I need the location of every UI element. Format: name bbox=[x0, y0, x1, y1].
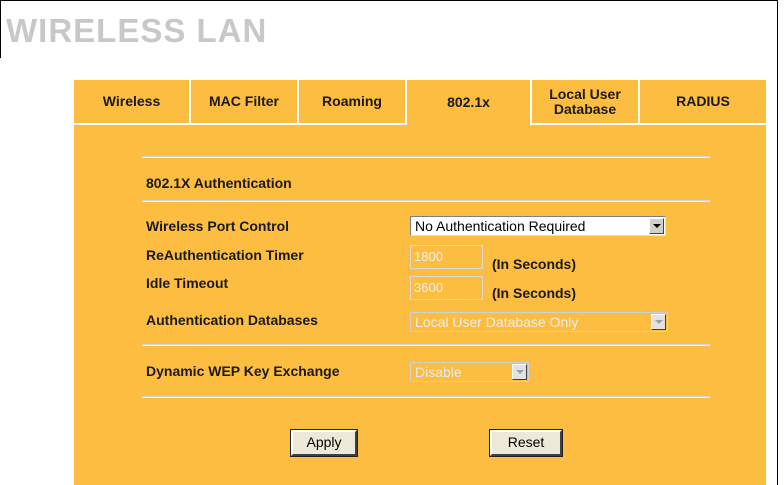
reauthentication-timer-unit: (In Seconds) bbox=[492, 256, 577, 272]
tab-local-user-database[interactable]: Local User Database bbox=[532, 80, 640, 125]
section-heading: 802.1X Authentication bbox=[146, 175, 292, 191]
page-title: WIRELESS LAN bbox=[6, 12, 268, 49]
divider-section bbox=[142, 200, 710, 202]
tab-wireless[interactable]: Wireless bbox=[74, 80, 191, 125]
tab-roaming[interactable]: Roaming bbox=[299, 80, 407, 125]
reauthentication-timer-input[interactable]: 1800 bbox=[410, 245, 483, 269]
divider-bottom bbox=[142, 396, 710, 398]
reset-button[interactable]: Reset bbox=[489, 429, 563, 457]
chevron-down-icon[interactable] bbox=[651, 314, 666, 330]
idle-timeout-label: Idle Timeout bbox=[146, 275, 229, 291]
wireless-port-control-value: No Authentication Required bbox=[415, 218, 586, 234]
frame-top-border bbox=[0, 0, 778, 1]
authentication-databases-label: Authentication Databases bbox=[146, 312, 318, 328]
divider-top bbox=[142, 156, 710, 158]
authentication-databases-value: Local User Database Only bbox=[415, 314, 579, 330]
tab-radius[interactable]: RADIUS bbox=[640, 80, 766, 125]
reauthentication-timer-label: ReAuthentication Timer bbox=[146, 247, 304, 263]
chevron-down-icon[interactable] bbox=[512, 364, 527, 380]
apply-button[interactable]: Apply bbox=[290, 429, 358, 457]
idle-timeout-unit: (In Seconds) bbox=[492, 285, 577, 301]
tab-bar: Wireless MAC Filter Roaming 802.1x Local… bbox=[74, 80, 766, 125]
frame-right-border bbox=[777, 0, 778, 485]
dynamic-wep-key-exchange-label: Dynamic WEP Key Exchange bbox=[146, 363, 340, 379]
divider-middle bbox=[142, 344, 710, 346]
chevron-down-icon[interactable] bbox=[649, 218, 664, 234]
tab-8021x[interactable]: 802.1x bbox=[407, 80, 532, 125]
dynamic-wep-key-exchange-value: Disable bbox=[415, 364, 462, 380]
authentication-databases-select[interactable]: Local User Database Only bbox=[410, 312, 668, 332]
idle-timeout-input[interactable]: 3600 bbox=[410, 276, 483, 300]
wireless-port-control-label: Wireless Port Control bbox=[146, 218, 290, 234]
wireless-port-control-select[interactable]: No Authentication Required bbox=[410, 216, 666, 236]
frame-left-border bbox=[0, 0, 1, 58]
dynamic-wep-key-exchange-select[interactable]: Disable bbox=[410, 362, 529, 382]
tab-mac-filter[interactable]: MAC Filter bbox=[191, 80, 299, 125]
